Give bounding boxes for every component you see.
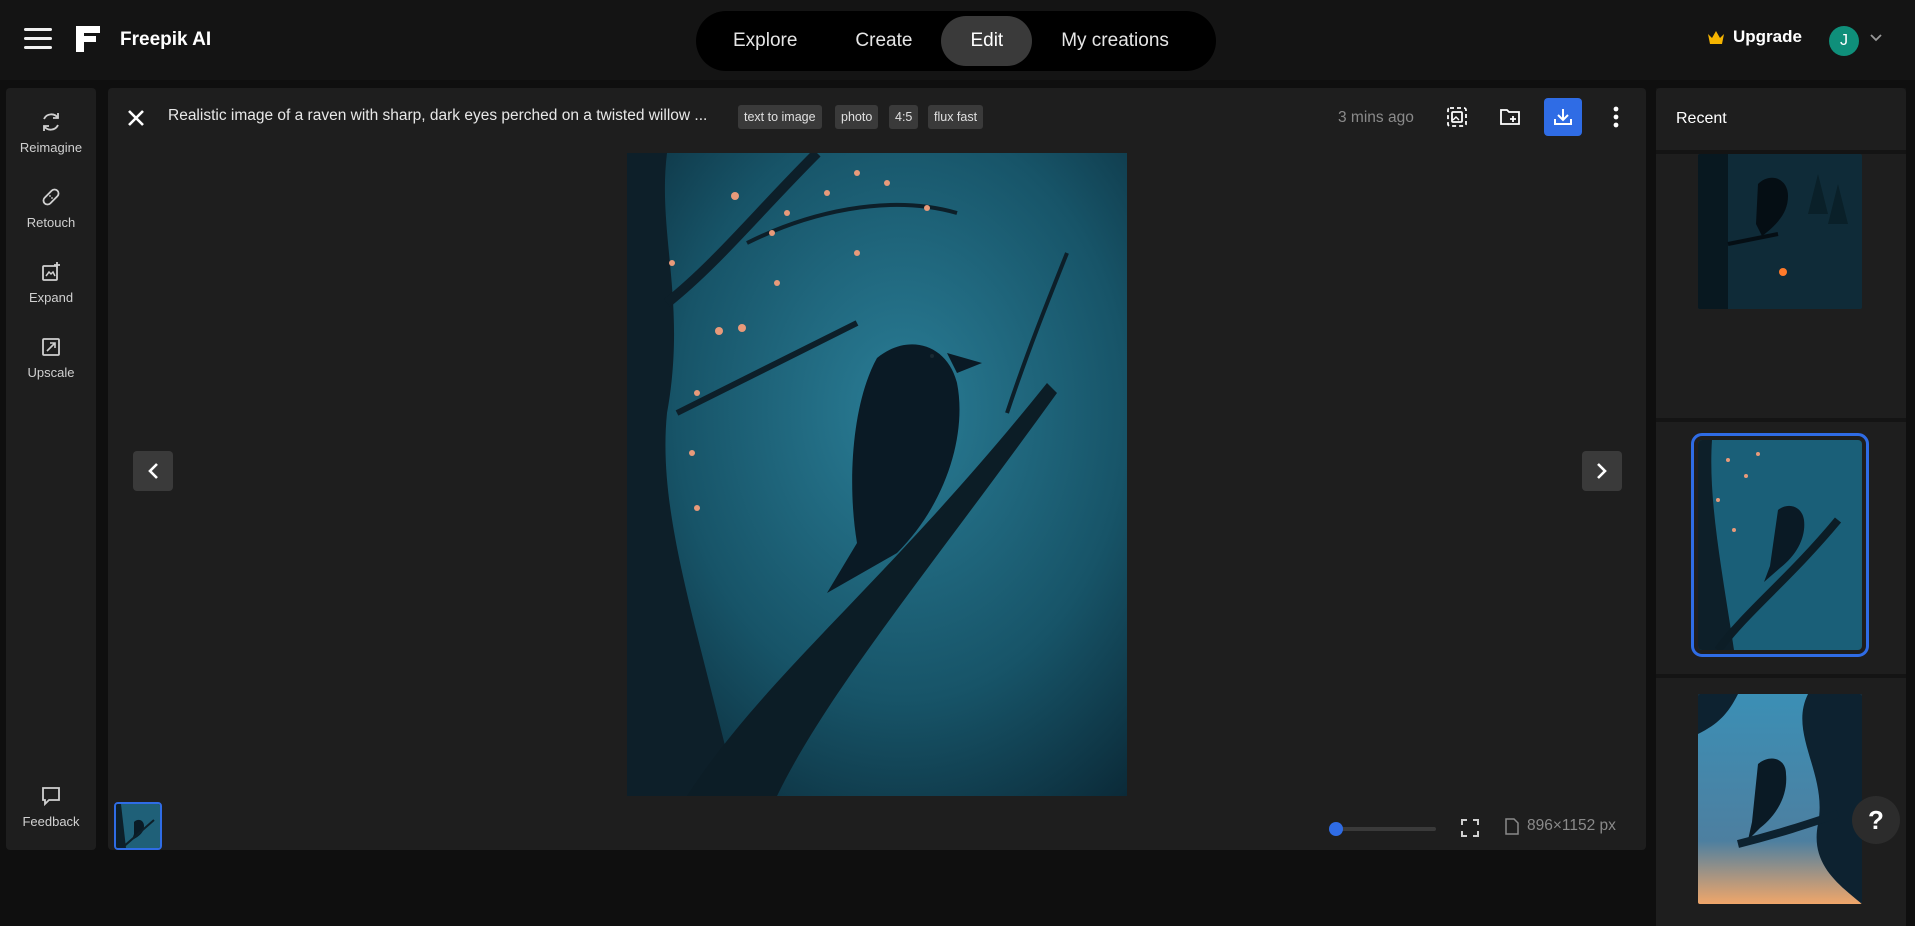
- top-bar: Freepik AI Explore Create Edit My creati…: [0, 0, 1915, 80]
- tag-text-to-image: text to image: [738, 105, 822, 129]
- tab-edit[interactable]: Edit: [941, 16, 1033, 66]
- tool-sidebar: Reimagine Retouch Expand Upscale Feedbac…: [6, 88, 96, 850]
- folder-plus-icon: [1500, 109, 1520, 125]
- recent-title: Recent: [1676, 110, 1727, 127]
- brand-name: Freepik AI: [120, 29, 212, 50]
- chevron-down-icon[interactable]: [1870, 34, 1882, 42]
- tag-model: flux fast: [928, 105, 984, 129]
- recent-header: Recent: [1656, 88, 1906, 150]
- zoom-slider-track[interactable]: [1336, 827, 1436, 831]
- image-dimensions: 896×1152 px: [1505, 817, 1616, 835]
- reimagine-label: Reimagine: [19, 140, 83, 155]
- image-thumbnail[interactable]: [114, 802, 162, 850]
- recent-panel: Recent: [1656, 88, 1906, 926]
- recent-thumbnail[interactable]: [1698, 154, 1862, 309]
- chevron-left-icon: [148, 463, 158, 479]
- fullscreen-icon[interactable]: [1458, 816, 1482, 840]
- expand-icon: [42, 262, 60, 281]
- reimagine-button[interactable]: Reimagine: [6, 110, 96, 155]
- download-button[interactable]: [1544, 98, 1582, 136]
- help-button[interactable]: ?: [1852, 796, 1900, 844]
- retouch-label: Retouch: [26, 215, 76, 230]
- expand-button[interactable]: Expand: [6, 260, 96, 305]
- chat-icon: [42, 787, 60, 807]
- tab-explore[interactable]: Explore: [704, 16, 826, 66]
- recent-item[interactable]: [1656, 154, 1906, 418]
- add-to-folder-button[interactable]: [1491, 98, 1529, 136]
- tab-create[interactable]: Create: [826, 16, 941, 66]
- feedback-label: Feedback: [22, 814, 80, 829]
- download-icon: [1554, 109, 1572, 125]
- upgrade-button[interactable]: Upgrade: [1707, 27, 1802, 47]
- tag-aspect-ratio: 4:5: [889, 105, 919, 129]
- image-viewer: Realistic image of a raven with sharp, d…: [108, 88, 1646, 850]
- file-icon: [1505, 817, 1519, 835]
- image-copy-icon: [1447, 107, 1467, 127]
- upgrade-label: Upgrade: [1733, 27, 1802, 46]
- tag-photo: photo: [835, 105, 879, 129]
- tab-my-creations[interactable]: My creations: [1032, 16, 1198, 66]
- reimagine-icon: [43, 113, 59, 131]
- upscale-button[interactable]: Upscale: [6, 335, 96, 380]
- previous-button[interactable]: [133, 451, 173, 491]
- main-nav: Explore Create Edit My creations: [696, 11, 1216, 71]
- recent-item[interactable]: [1656, 422, 1906, 674]
- close-icon[interactable]: [124, 106, 148, 130]
- avatar[interactable]: J: [1829, 26, 1859, 56]
- dimensions-label: 896×1152 px: [1527, 817, 1616, 834]
- zoom-slider-handle[interactable]: [1329, 822, 1343, 836]
- generated-image: [627, 153, 1127, 796]
- chevron-right-icon: [1597, 463, 1607, 479]
- bandage-icon: [42, 188, 60, 206]
- expand-label: Expand: [28, 290, 74, 305]
- upscale-label: Upscale: [27, 365, 75, 380]
- retouch-button[interactable]: Retouch: [6, 185, 96, 230]
- recent-thumbnail-selected[interactable]: [1691, 433, 1869, 657]
- freepik-logo[interactable]: [76, 26, 100, 52]
- recent-thumbnail[interactable]: [1698, 694, 1862, 904]
- crown-icon: [1708, 30, 1724, 44]
- next-button[interactable]: [1582, 451, 1622, 491]
- more-vertical-icon: [1613, 106, 1619, 128]
- menu-icon[interactable]: [24, 28, 52, 52]
- timestamp: 3 mins ago: [1338, 109, 1414, 126]
- feedback-button[interactable]: Feedback: [6, 784, 96, 829]
- copy-image-button[interactable]: [1438, 98, 1476, 136]
- more-options-button[interactable]: [1597, 98, 1635, 136]
- upscale-icon: [42, 338, 60, 356]
- prompt-text[interactable]: Realistic image of a raven with sharp, d…: [168, 107, 707, 125]
